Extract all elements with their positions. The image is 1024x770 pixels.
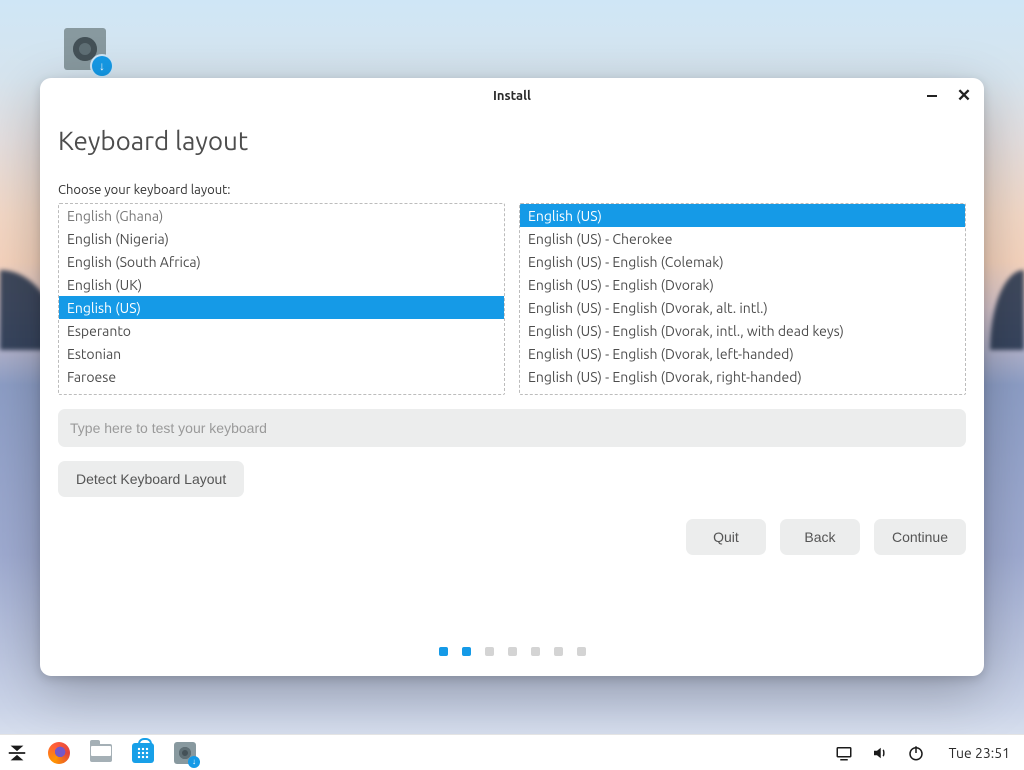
continue-button[interactable]: Continue <box>874 519 966 555</box>
progress-dot <box>462 647 471 656</box>
variant-option[interactable]: English (US) - English (Dvorak, left-han… <box>520 342 965 365</box>
progress-dot <box>531 647 540 656</box>
power-icon[interactable] <box>905 742 927 764</box>
software-icon[interactable] <box>132 742 154 764</box>
window-title: Install <box>493 89 531 103</box>
layout-option[interactable]: English (Nigeria) <box>59 227 504 250</box>
display-icon[interactable] <box>833 742 855 764</box>
layout-option[interactable]: English (US) <box>59 296 504 319</box>
keyboard-variant-list[interactable]: English (US)English (US) - CherokeeEngli… <box>519 203 966 395</box>
layout-option[interactable]: Esperanto <box>59 319 504 342</box>
layout-option[interactable]: English (South Africa) <box>59 250 504 273</box>
layout-option[interactable]: English (UK) <box>59 273 504 296</box>
install-window: Install ✕ Keyboard layout Choose your ke… <box>40 78 984 676</box>
back-button[interactable]: Back <box>780 519 860 555</box>
layout-option[interactable]: English (Ghana) <box>59 204 504 227</box>
window-titlebar: Install ✕ <box>40 78 984 114</box>
variant-option[interactable]: English (US) - English (Dvorak, right-ha… <box>520 365 965 388</box>
variant-option[interactable]: English (US) - Cherokee <box>520 227 965 250</box>
window-minimize-button[interactable] <box>922 86 942 106</box>
files-icon[interactable] <box>90 742 112 764</box>
progress-dot <box>439 647 448 656</box>
layout-option[interactable]: Estonian <box>59 342 504 365</box>
progress-dot <box>508 647 517 656</box>
window-close-button[interactable]: ✕ <box>954 86 974 106</box>
keyboard-layout-list[interactable]: English (Ghana)English (Nigeria)English … <box>58 203 505 395</box>
volume-icon[interactable] <box>869 742 891 764</box>
desktop-install-icon[interactable]: ↓ <box>64 28 106 70</box>
quit-button[interactable]: Quit <box>686 519 766 555</box>
progress-dot <box>485 647 494 656</box>
variant-option[interactable]: English (US) - English (Dvorak, intl., w… <box>520 319 965 342</box>
progress-dot <box>554 647 563 656</box>
zorin-menu-icon[interactable] <box>6 742 28 764</box>
variant-option[interactable]: English (US) - English (Dvorak, alt. int… <box>520 296 965 319</box>
detect-keyboard-button[interactable]: Detect Keyboard Layout <box>58 461 244 497</box>
keyboard-layout-prompt: Choose your keyboard layout: <box>58 183 966 197</box>
layout-option[interactable]: Filipino <box>59 388 504 395</box>
installer-taskbar-icon[interactable]: ↓ <box>174 742 196 764</box>
download-badge-icon: ↓ <box>92 56 112 76</box>
firefox-icon[interactable] <box>48 742 70 764</box>
layout-option[interactable]: Faroese <box>59 365 504 388</box>
taskbar: ↓ Tue 23:51 <box>0 734 1024 770</box>
variant-option[interactable]: English (US) <box>520 204 965 227</box>
variant-option[interactable]: English (US) - English (Dvorak) <box>520 273 965 296</box>
progress-dots <box>58 647 966 656</box>
page-title: Keyboard layout <box>58 126 966 155</box>
variant-option[interactable]: English (US) - English (Colemak) <box>520 250 965 273</box>
keyboard-test-input[interactable] <box>58 409 966 447</box>
progress-dot <box>577 647 586 656</box>
clock[interactable]: Tue 23:51 <box>941 745 1018 761</box>
